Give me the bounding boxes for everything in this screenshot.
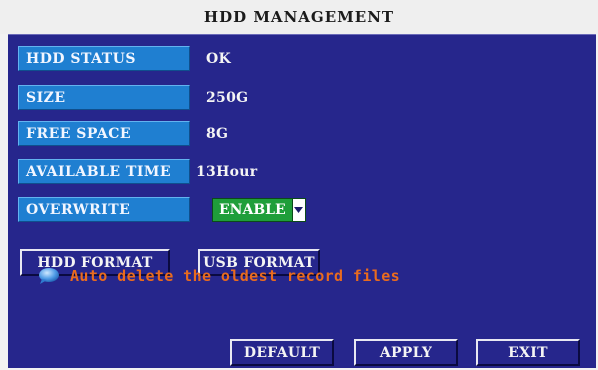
hdd-status-row: HDD STATUS OK — [18, 46, 231, 71]
free-space-row: FREE SPACE 8G — [18, 121, 228, 146]
size-label: SIZE — [18, 85, 190, 110]
apply-button[interactable]: APPLY — [354, 339, 458, 366]
hdd-status-value: OK — [206, 50, 231, 67]
speech-bubble-icon — [39, 268, 59, 284]
hdd-status-label: HDD STATUS — [18, 46, 190, 71]
available-time-value: 13Hour — [196, 163, 258, 180]
free-space-label: FREE SPACE — [18, 121, 190, 146]
overwrite-select[interactable]: ENABLE — [212, 197, 306, 222]
window-title: HDD MANAGEMENT — [0, 0, 598, 34]
notice-text: Auto delete the oldest record files — [70, 267, 401, 285]
size-value: 250G — [206, 89, 249, 106]
free-space-value: 8G — [206, 125, 229, 142]
notice: Auto delete the oldest record files — [38, 267, 400, 285]
available-time-label: AVAILABLE TIME — [18, 159, 190, 184]
overwrite-label: OVERWRITE — [18, 197, 190, 222]
default-button[interactable]: DEFAULT — [230, 339, 334, 366]
overwrite-selected-value: ENABLE — [213, 198, 292, 221]
chevron-down-icon[interactable] — [291, 198, 305, 221]
exit-button[interactable]: EXIT — [476, 339, 580, 366]
hdd-management-panel: HDD STATUS OK SIZE 250G FREE SPACE 8G AV… — [8, 34, 596, 368]
overwrite-row: OVERWRITE ENABLE — [18, 197, 306, 222]
size-row: SIZE 250G — [18, 85, 248, 110]
available-time-row: AVAILABLE TIME 13Hour — [18, 159, 257, 184]
